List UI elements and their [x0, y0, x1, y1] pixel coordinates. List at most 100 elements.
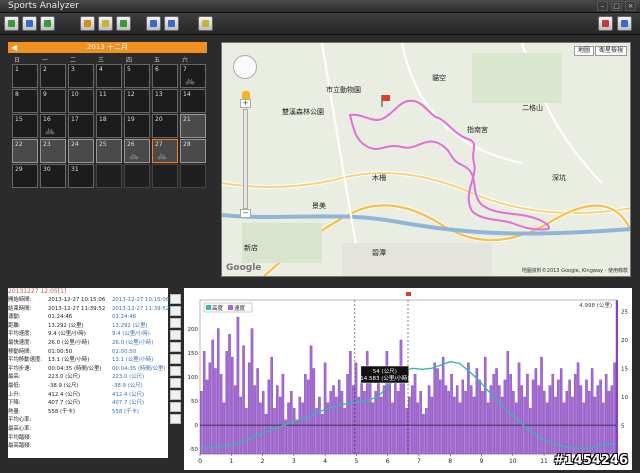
y-left-tick-label: 200 — [188, 327, 199, 333]
pan-chart-icon[interactable] — [170, 318, 181, 328]
speed-toggle-icon[interactable] — [170, 366, 181, 376]
calendar-day[interactable]: 9 — [40, 89, 66, 113]
speed-bar — [250, 328, 254, 455]
calendar-day[interactable]: 18 — [96, 114, 122, 138]
route-map[interactable]: 市立動物園 雙溪森林公園 景美 新店 碧潭 木柵 深坑 指南宮 二格山 貓空 地… — [221, 42, 631, 277]
zoom-slider[interactable] — [243, 109, 248, 209]
calendar-day[interactable]: 1 — [12, 64, 38, 88]
minimize-button[interactable]: – — [597, 1, 608, 11]
window-controls: – □ × — [597, 1, 636, 11]
calendar-day[interactable]: 3 — [68, 64, 94, 88]
calendar-day[interactable]: 27 🚲 — [152, 139, 178, 163]
settings-icon[interactable] — [617, 16, 632, 31]
map-place-label: 景美 — [312, 202, 326, 210]
speed-bar — [506, 351, 510, 455]
calendar-day[interactable]: 29 — [12, 164, 38, 188]
speed-bar — [503, 379, 507, 455]
calendar-day[interactable]: 8 — [12, 89, 38, 113]
calendar-day-number: 29 — [15, 166, 23, 173]
calendar-day[interactable]: 25 — [96, 139, 122, 163]
y-left-tick-label: 50 — [191, 399, 198, 405]
map-place-label: 貓空 — [432, 74, 446, 82]
maximize-button[interactable]: □ — [611, 1, 622, 11]
stat-compare-value: 13.292 (公里) — [112, 322, 148, 329]
x-tick-label: 5 — [354, 458, 358, 465]
calendar-day[interactable]: 1 — [96, 164, 122, 188]
list-icon[interactable] — [22, 16, 37, 31]
export-icon[interactable] — [146, 16, 161, 31]
calendar-day[interactable]: 26 🚲 — [124, 139, 150, 163]
chart-icon[interactable] — [40, 16, 55, 31]
map-type-satellite-button[interactable]: 衛星檢視 — [594, 46, 627, 56]
activity-chart[interactable]: 0 1 2 3 4 5 6 7 8 9 10 11 12 13 200 150 100 50 0 -50 25 20 15 1… — [184, 288, 632, 470]
speed-bar — [489, 385, 493, 455]
calendar-day[interactable]: 23 — [40, 139, 66, 163]
calendar-day[interactable]: 4 — [180, 164, 206, 188]
bicycle-icon: 🚲 — [45, 126, 55, 135]
speed-bar — [498, 385, 501, 455]
calendar-day[interactable]: 15 — [12, 114, 38, 138]
calendar-day[interactable]: 11 — [96, 89, 122, 113]
speed-bar — [439, 379, 442, 455]
fit-chart-icon[interactable] — [170, 330, 181, 340]
calendar-day[interactable]: 6 — [152, 64, 178, 88]
stat-compare-value: 01:24:46 — [112, 314, 137, 321]
calendar-day[interactable]: 4 — [96, 64, 122, 88]
calendar-day[interactable]: 30 — [40, 164, 66, 188]
axis-icon[interactable] — [170, 342, 181, 352]
calendar-day[interactable]: 19 — [124, 114, 150, 138]
speed-bar — [559, 368, 563, 455]
map-type-map-button[interactable]: 地圖 — [573, 46, 594, 56]
calendar-day[interactable]: 16 🚲 — [40, 114, 66, 138]
calendar-day[interactable]: 2 — [124, 164, 150, 188]
calendar-day[interactable]: 14 — [180, 89, 206, 113]
stat-compare-value: 2013-12-27 10:15:06 — [112, 297, 170, 303]
open-folder-icon[interactable] — [80, 16, 95, 31]
stat-label: 平均速度: — [8, 331, 32, 338]
close-button[interactable]: × — [625, 1, 636, 11]
calendar-day[interactable]: 21 — [180, 114, 206, 138]
heart-rate-toggle-icon[interactable] — [170, 378, 181, 388]
prev-month-icon[interactable]: ◀ — [11, 42, 17, 53]
calendar-day[interactable]: 7 🚲 — [180, 64, 206, 88]
stat-value: 2013-12-27 10:15:06 — [48, 297, 106, 303]
cadence-toggle-icon[interactable] — [170, 390, 181, 400]
speed-bar — [543, 391, 546, 455]
zoom-out-chart-icon[interactable] — [170, 306, 181, 316]
speed-bar — [568, 379, 571, 455]
calendar-day[interactable]: 2 — [40, 64, 66, 88]
distance-axis-icon[interactable] — [170, 414, 181, 424]
speed-bar — [433, 362, 436, 455]
stat-label: 最高踏頻: — [8, 443, 32, 450]
calendar-day[interactable]: 13 — [152, 89, 178, 113]
stat-value: 13.1 (公里/小時) — [48, 357, 90, 364]
refresh-icon[interactable] — [116, 16, 131, 31]
save-icon[interactable] — [164, 16, 179, 31]
calendar-day-number: 2 — [43, 66, 47, 73]
calendar: ◀ 2013 十二月 日一二三四五六 1 2 3 4 5 6 7 🚲 8 9 10 11 12 13 14 15… — [8, 42, 207, 192]
calendar-day[interactable]: 17 — [68, 114, 94, 138]
distance-readout: 4.998 (公里) — [579, 302, 612, 309]
pan-control[interactable] — [233, 55, 257, 79]
speed-bar — [337, 379, 341, 455]
calendar-day[interactable]: 28 — [180, 139, 206, 163]
calendar-day[interactable]: 22 — [12, 139, 38, 163]
zoom-out-button[interactable]: − — [240, 209, 251, 218]
edit-icon[interactable] — [98, 16, 113, 31]
calendar-day[interactable]: 10 — [68, 89, 94, 113]
calendar-day[interactable]: 31 — [68, 164, 94, 188]
zoom-in-button[interactable]: + — [240, 99, 251, 108]
calendar-day[interactable]: 20 — [152, 114, 178, 138]
calendar-day[interactable]: 12 — [124, 89, 150, 113]
speed-bar — [517, 362, 521, 455]
zoom-in-chart-icon[interactable] — [170, 294, 181, 304]
calendar-day[interactable]: 3 — [152, 164, 178, 188]
tools-icon[interactable] — [198, 16, 213, 31]
calendar-day[interactable]: 5 — [124, 64, 150, 88]
elevation-toggle-icon[interactable] — [170, 354, 181, 364]
weekday-label: 一 — [42, 57, 49, 64]
time-axis-icon[interactable] — [170, 402, 181, 412]
print-icon[interactable] — [598, 16, 613, 31]
import-icon[interactable] — [4, 16, 19, 31]
calendar-day[interactable]: 24 — [68, 139, 94, 163]
